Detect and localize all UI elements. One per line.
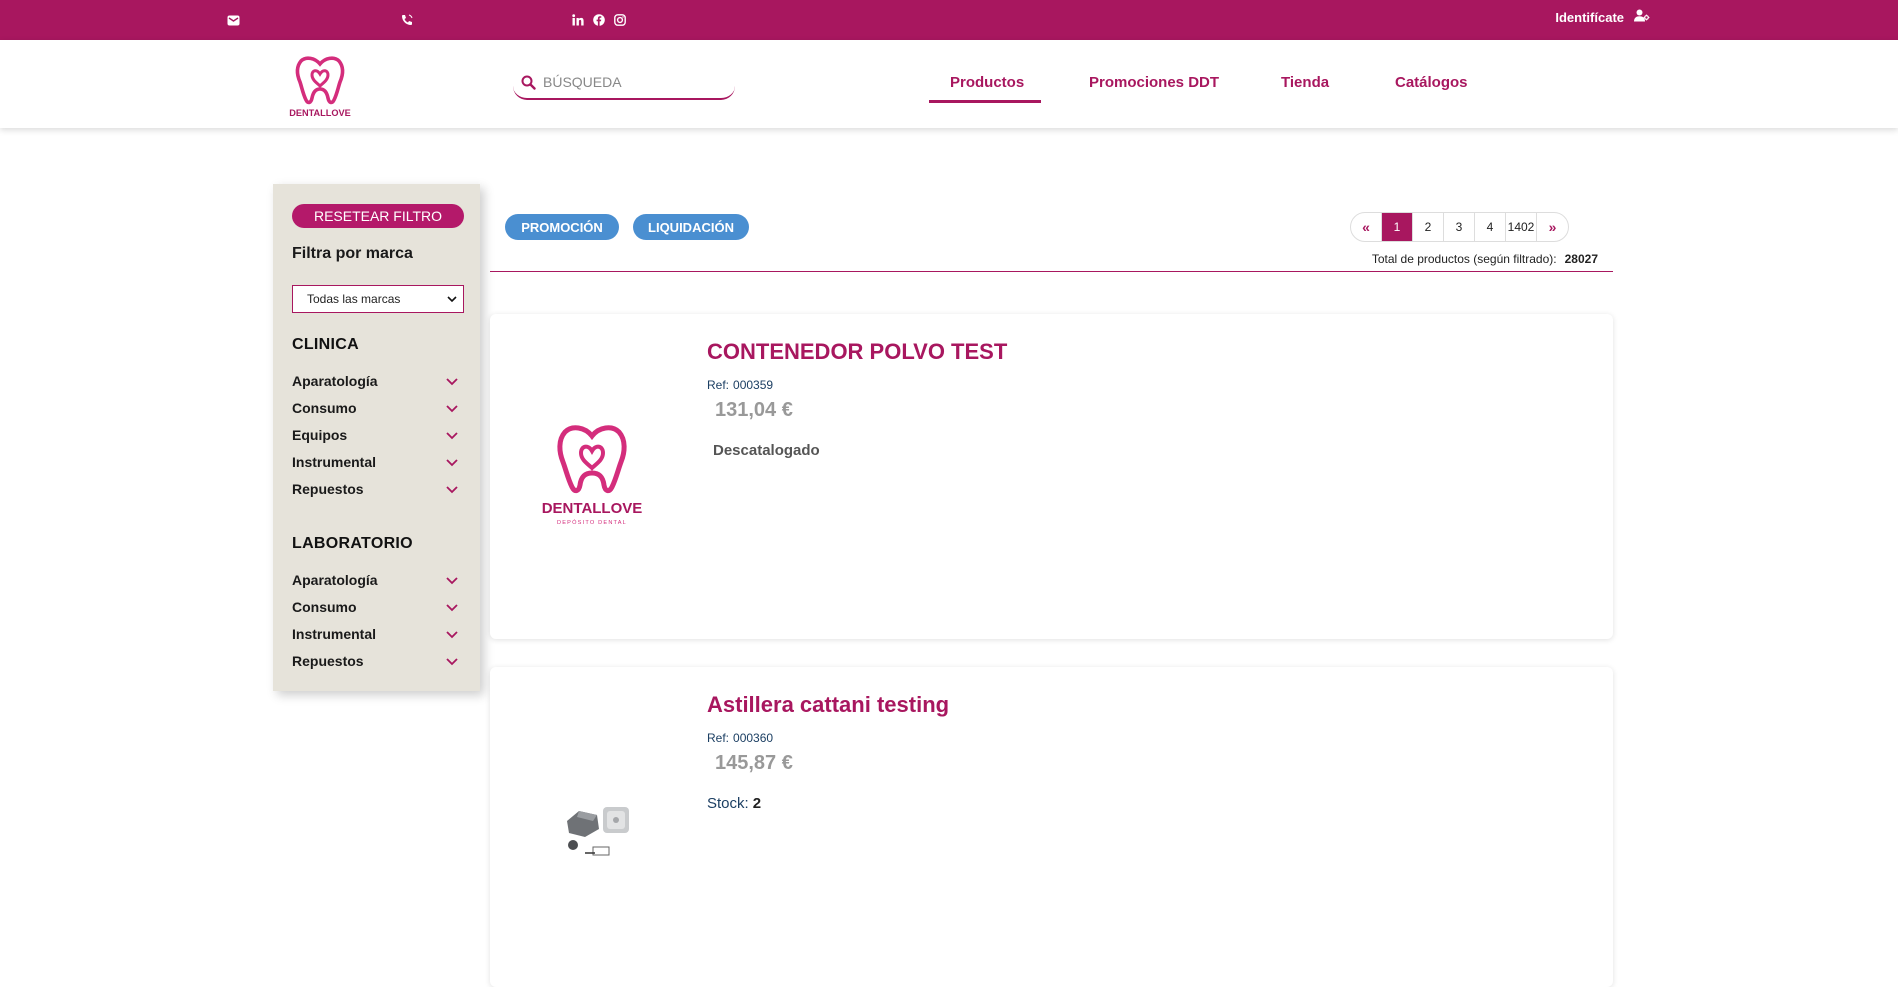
search-icon[interactable] [513,75,543,90]
envelope-icon[interactable] [223,10,243,30]
category-group-laboratorio: LABORATORIO [292,535,413,552]
page-1[interactable]: 1 [1382,213,1413,241]
category-label: Equipos [292,427,348,443]
dentallove-logo[interactable]: DENTALLOVE [285,50,355,120]
product-status: Descatalogado [713,442,820,459]
ref-value: 000359 [733,378,774,392]
chevron-down-icon[interactable] [446,454,458,470]
phone-icon[interactable] [397,10,417,30]
brand-select[interactable]: Todas las marcas [292,285,464,313]
category-label: Repuestos [292,481,364,497]
chevron-down-icon[interactable] [446,400,458,416]
category-item[interactable]: Repuestos [292,653,458,669]
product-card[interactable]: Astillera cattani testing Ref: 000360 145… [490,667,1613,987]
chevron-down-icon[interactable] [446,599,458,615]
pagination: « 1 2 3 4 1402 » [1350,212,1569,242]
page-2[interactable]: 2 [1413,213,1444,241]
page-last[interactable]: 1402 [1506,213,1537,241]
main-header: DENTALLOVE Productos Promociones DDT Tie… [0,40,1898,128]
ref-value: 000360 [733,731,774,745]
category-label: Instrumental [292,626,377,642]
reset-filter-button[interactable]: RESETEAR FILTRO [292,204,464,228]
category-item[interactable]: Repuestos [292,481,458,497]
chevron-down-icon [447,292,457,306]
page-3[interactable]: 3 [1444,213,1475,241]
chevron-down-icon[interactable] [446,373,458,389]
product-name[interactable]: CONTENEDOR POLVO TEST [707,339,1007,365]
first-page-icon[interactable]: « [1351,213,1382,241]
facebook-icon[interactable] [589,10,609,30]
image-wordmark: DENTALLOVE [542,500,643,517]
stock-value: 2 [752,795,762,812]
nav-catalogos[interactable]: Catálogos [1395,74,1468,91]
category-item[interactable]: Instrumental [292,626,458,642]
liquidacion-filter-button[interactable]: LIQUIDACIÓN [633,214,749,240]
chevron-down-icon[interactable] [446,653,458,669]
linkedin-icon[interactable] [568,10,588,30]
brand-filter-title: Filtra por marca [292,245,413,262]
login-label[interactable]: Identifícate [1555,10,1624,25]
category-label: Instrumental [292,454,377,470]
category-item[interactable]: Consumo [292,400,458,416]
product-ref: Ref: 000359 [707,378,773,392]
product-name[interactable]: Astillera cattani testing [707,692,949,718]
search-bar[interactable] [513,66,735,100]
product-image[interactable] [555,797,645,867]
nav-tienda[interactable]: Tienda [1281,74,1329,91]
category-item[interactable]: Equipos [292,427,458,443]
category-group-clinica: CLINICA [292,336,359,353]
promocion-filter-button[interactable]: PROMOCIÓN [505,214,619,240]
category-item[interactable]: Aparatología [292,572,458,588]
product-price: 145,87 € [715,752,793,774]
logo-wordmark: DENTALLOVE [289,108,351,118]
nav-productos[interactable]: Productos [950,74,1024,91]
product-card[interactable]: DENTALLOVE DEPÓSITO DENTAL CONTENEDOR PO… [490,314,1613,639]
product-stock: Stock: 2 [707,795,761,812]
top-bar: Identifícate [0,0,1898,40]
product-ref: Ref: 000360 [707,731,773,745]
total-products-label: Total de productos (según filtrado): [1371,252,1557,266]
chevron-down-icon[interactable] [446,481,458,497]
total-products-value: 28027 [1564,252,1598,266]
product-image[interactable]: DENTALLOVE DEPÓSITO DENTAL [535,420,650,530]
nav-promociones-ddt[interactable]: Promociones DDT [1089,74,1219,91]
login-link[interactable]: Identifícate [1555,9,1650,25]
chevron-down-icon[interactable] [446,427,458,443]
filter-sidebar: RESETEAR FILTRO Filtra por marca Todas l… [273,184,480,691]
category-label: Consumo [292,400,357,416]
category-label: Repuestos [292,653,364,669]
ref-label: Ref: [707,378,730,392]
category-item[interactable]: Instrumental [292,454,458,470]
chevron-down-icon[interactable] [446,572,458,588]
stock-label: Stock: [707,795,749,812]
category-label: Consumo [292,599,357,615]
category-item[interactable]: Aparatología [292,373,458,389]
search-input[interactable] [543,74,713,90]
brand-select-value: Todas las marcas [307,292,401,306]
image-tagline: DEPÓSITO DENTAL [557,519,627,526]
user-icon[interactable] [1634,9,1650,25]
category-item[interactable]: Consumo [292,599,458,615]
instagram-icon[interactable] [610,10,630,30]
results-divider [490,271,1613,272]
total-products: Total de productos (según filtrado): 2802… [1372,252,1598,266]
nav-active-indicator [929,100,1041,103]
page-4[interactable]: 4 [1475,213,1506,241]
chevron-down-icon[interactable] [446,626,458,642]
ref-label: Ref: [707,731,730,745]
category-label: Aparatología [292,572,378,588]
product-price: 131,04 € [715,399,793,421]
category-label: Aparatología [292,373,378,389]
last-page-icon[interactable]: » [1537,213,1568,241]
